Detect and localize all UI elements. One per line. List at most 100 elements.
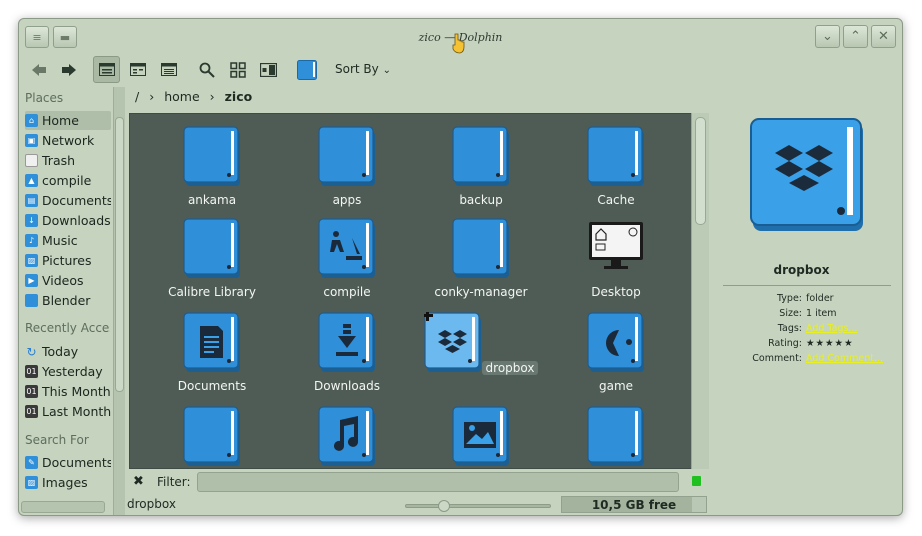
sidebar-item-label: Trash bbox=[42, 153, 76, 168]
trash-icon bbox=[25, 154, 38, 167]
sort-by-button[interactable]: Sort By ⌄ bbox=[335, 62, 391, 76]
information-panel: dropbox Type: folder Size: 1 item Tags: … bbox=[719, 113, 899, 413]
file-item-label: compile bbox=[323, 285, 371, 299]
sidebar-scrollbar[interactable] bbox=[113, 87, 125, 515]
close-filter-icon[interactable]: ✖ bbox=[133, 474, 144, 489]
search-button[interactable] bbox=[193, 56, 220, 83]
sidebar-item-music[interactable]: ♪ Music bbox=[25, 231, 111, 250]
info-size-row: Size: 1 item bbox=[719, 308, 894, 319]
file-item[interactable]: Calibre Library bbox=[152, 218, 272, 299]
breadcrumb-home[interactable]: home bbox=[164, 89, 199, 104]
sidebar-item-last-month[interactable]: 01 Last Month bbox=[25, 402, 111, 421]
documents-icon: ▤ bbox=[25, 194, 38, 207]
zoom-slider[interactable] bbox=[405, 500, 551, 512]
back-arrow-icon bbox=[31, 63, 46, 76]
file-item[interactable]: Desktop bbox=[556, 218, 676, 299]
breadcrumb-root[interactable]: / bbox=[135, 89, 139, 104]
file-item-label: dropbox bbox=[481, 361, 539, 375]
breadcrumb-current[interactable]: zico bbox=[225, 89, 253, 104]
file-item[interactable]: conky-manager bbox=[421, 218, 541, 299]
folder-documents-icon bbox=[183, 312, 240, 372]
details-view-button[interactable] bbox=[155, 56, 182, 83]
file-item[interactable]: dropbox bbox=[421, 310, 541, 375]
sidebar-item-yesterday[interactable]: 01 Yesterday bbox=[25, 362, 111, 381]
home-icon: ⌂ bbox=[25, 114, 38, 127]
file-item-label: ankama bbox=[187, 193, 237, 207]
file-item[interactable] bbox=[556, 406, 676, 468]
close-button[interactable]: ✕ bbox=[871, 25, 896, 48]
file-item[interactable]: Documents bbox=[152, 312, 272, 393]
compact-view-button[interactable] bbox=[124, 56, 151, 83]
add-tags-link[interactable]: Add Tags... bbox=[806, 323, 858, 334]
chevron-right-icon: › bbox=[149, 89, 155, 104]
sidebar-item-home[interactable]: ⌂ Home bbox=[25, 111, 111, 130]
filter-input[interactable] bbox=[197, 472, 679, 492]
sidebar-item-search-images[interactable]: ▨ Images bbox=[25, 473, 111, 492]
sidebar-item-label: Last Month bbox=[42, 404, 111, 419]
dropbox-folder-preview-icon bbox=[750, 118, 863, 231]
sidebar-horizontal-scrollbar[interactable] bbox=[21, 501, 105, 513]
file-item[interactable]: Cache bbox=[556, 126, 676, 207]
file-view[interactable]: ankama apps backup Cache Calibre Library comp… bbox=[129, 113, 709, 469]
file-item-label: Calibre Library bbox=[168, 285, 256, 299]
file-item[interactable]: backup bbox=[421, 126, 541, 207]
folder-construction-icon bbox=[318, 218, 375, 278]
sidebar-item-label: Pictures bbox=[42, 253, 92, 268]
sidebar-item-label: Videos bbox=[42, 273, 84, 288]
back-button[interactable] bbox=[25, 56, 52, 83]
file-item[interactable]: apps bbox=[287, 126, 407, 207]
sidebar-item-pictures[interactable]: ▨ Pictures bbox=[25, 251, 111, 270]
information-panel-button[interactable] bbox=[293, 56, 320, 83]
search-icon bbox=[199, 62, 215, 78]
file-item[interactable]: ankama bbox=[152, 126, 272, 207]
info-key: Tags: bbox=[777, 323, 802, 334]
lock-icon[interactable] bbox=[692, 476, 701, 486]
toolbar: Sort By ⌄ bbox=[19, 55, 902, 85]
info-value: folder bbox=[806, 293, 834, 304]
sidebar-item-trash[interactable]: Trash bbox=[25, 151, 111, 170]
preview-button[interactable] bbox=[255, 56, 282, 83]
sidebar-item-today[interactable]: ↻ Today bbox=[25, 342, 111, 361]
sidebar-item-network[interactable]: ▣ Network bbox=[25, 131, 111, 150]
rating-stars[interactable]: ★★★★★ bbox=[806, 338, 854, 349]
file-item-label: game bbox=[598, 379, 634, 393]
sidebar-item-this-month[interactable]: 01 This Month bbox=[25, 382, 111, 401]
file-item[interactable] bbox=[152, 406, 272, 468]
minimize-button[interactable]: ⌄ bbox=[815, 25, 840, 48]
info-key: Type: bbox=[776, 293, 802, 304]
file-item[interactable]: compile bbox=[287, 218, 407, 299]
sidebar-item-label: Yesterday bbox=[42, 364, 103, 379]
icons-view-button[interactable] bbox=[93, 56, 120, 83]
folder-icon bbox=[452, 126, 509, 186]
folder-music-icon bbox=[318, 406, 375, 466]
maximize-button[interactable]: ⌃ bbox=[843, 25, 868, 48]
sidebar-item-search-documents[interactable]: ✎ Documents bbox=[25, 453, 111, 472]
folder-icon bbox=[318, 126, 375, 186]
sidebar-item-videos[interactable]: ▶ Videos bbox=[25, 271, 111, 290]
forward-button[interactable] bbox=[55, 56, 82, 83]
folder-pictures-icon bbox=[452, 406, 509, 466]
file-item[interactable]: Downloads bbox=[287, 312, 407, 393]
file-item-label: Desktop bbox=[591, 285, 641, 299]
status-selection: dropbox bbox=[127, 497, 176, 511]
filter-bar: ✖ Filter: bbox=[129, 471, 709, 493]
info-comment-row: Comment: Add Comment... bbox=[719, 353, 894, 364]
add-comment-link[interactable]: Add Comment... bbox=[806, 353, 883, 364]
sidebar-item-downloads[interactable]: ↓ Downloads bbox=[25, 211, 111, 230]
sidebar-item-compile[interactable]: ▲ compile bbox=[25, 171, 111, 190]
file-item[interactable] bbox=[287, 406, 407, 468]
file-item[interactable]: game bbox=[556, 312, 676, 393]
titlebar: ≡ ▬ zico — Dolphin ⌄ ⌃ ✕ bbox=[19, 19, 902, 55]
folder-icon bbox=[183, 218, 240, 278]
file-view-scrollbar[interactable] bbox=[691, 113, 709, 469]
info-file-name: dropbox bbox=[773, 263, 830, 277]
info-type-row: Type: folder bbox=[719, 293, 894, 304]
zoom-slider-handle[interactable] bbox=[438, 500, 450, 512]
sidebar-item-documents[interactable]: ▤ Documents bbox=[25, 191, 111, 210]
file-item-label: apps bbox=[332, 193, 362, 207]
chevron-down-icon: ⌄ bbox=[382, 65, 391, 76]
split-view-button[interactable] bbox=[224, 56, 251, 83]
folder-icon bbox=[183, 126, 240, 186]
sidebar-item-blender[interactable]: Blender bbox=[25, 291, 111, 310]
file-item[interactable] bbox=[421, 406, 541, 468]
